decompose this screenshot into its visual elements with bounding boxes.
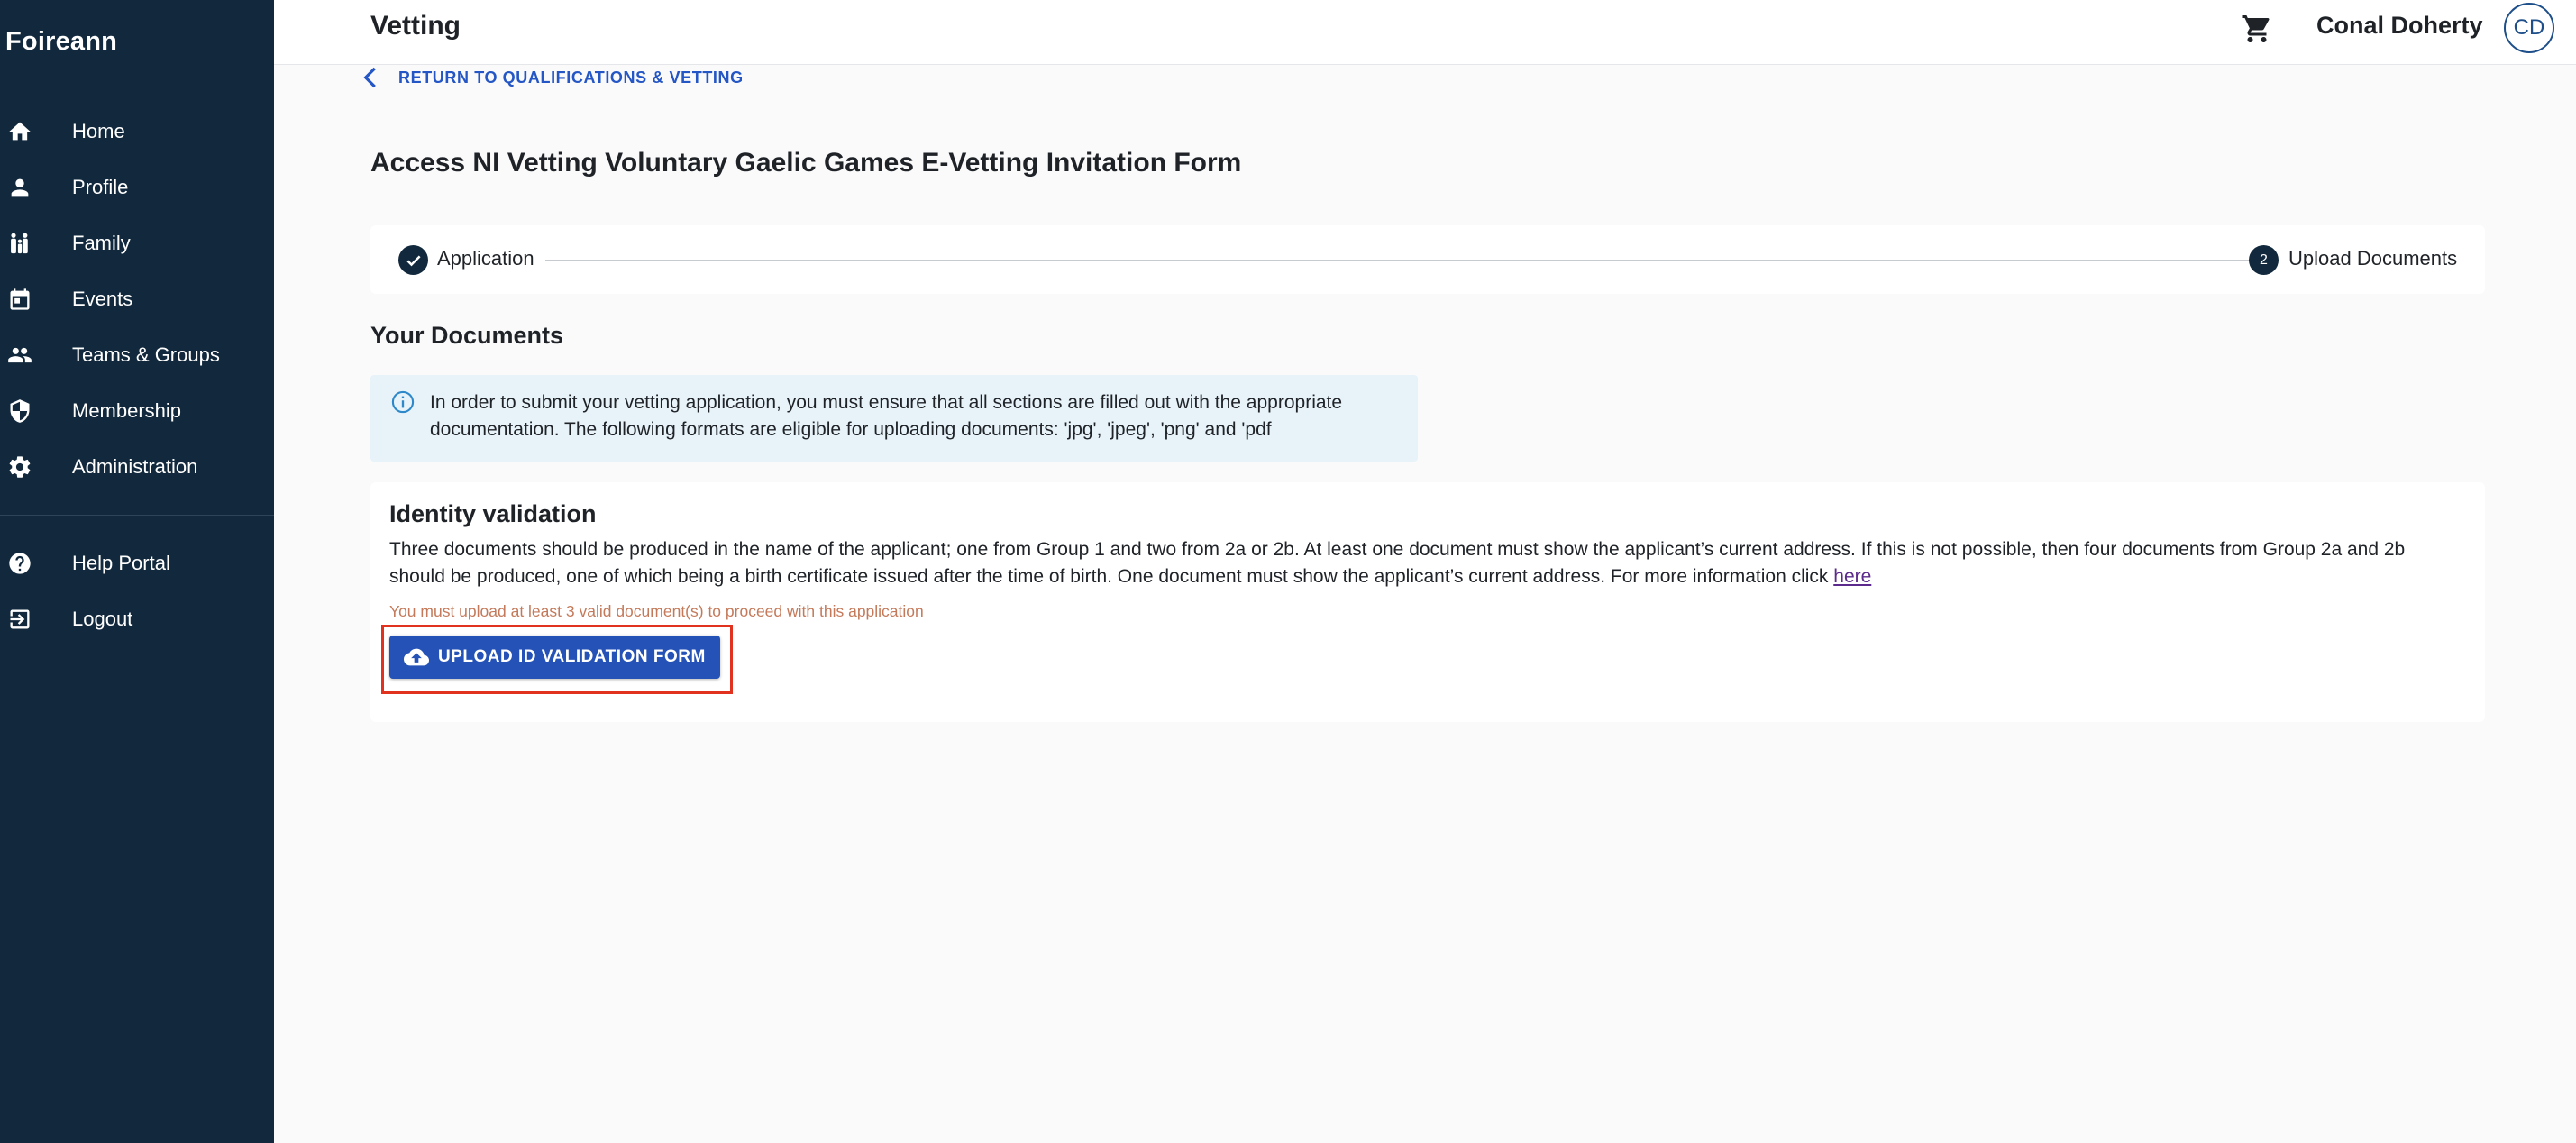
upload-button-label: UPLOAD ID VALIDATION FORM [438, 647, 706, 666]
home-icon [7, 119, 32, 144]
sidebar-item-logout[interactable]: Logout [0, 591, 274, 647]
sidebar-item-label: Logout [72, 608, 133, 630]
sidebar-item-events[interactable]: Events [0, 271, 274, 327]
brand-logo: Foireann [5, 27, 118, 56]
sidebar-item-help-portal[interactable]: Help Portal [0, 535, 274, 591]
top-header: Vetting Conal Doherty CD [274, 0, 2576, 65]
sidebar-item-family[interactable]: Family [0, 215, 274, 271]
sidebar-item-label: Teams & Groups [72, 343, 220, 366]
help-icon [7, 551, 32, 576]
step-upload-documents-label: Upload Documents [2288, 247, 2458, 270]
return-to-qualifications-link[interactable]: RETURN TO QUALIFICATIONS & VETTING [361, 65, 744, 90]
user-name: Conal Doherty [2316, 12, 2483, 39]
return-link-label: RETURN TO QUALIFICATIONS & VETTING [398, 68, 744, 87]
stepper: Application 2 Upload Documents [370, 225, 2485, 294]
avatar[interactable]: CD [2504, 3, 2554, 53]
page-title: Vetting [370, 11, 461, 41]
gear-icon [7, 454, 32, 480]
form-title: Access NI Vetting Voluntary Gaelic Games… [370, 148, 1242, 178]
info-icon [390, 389, 416, 415]
sidebar-item-home[interactable]: Home [0, 104, 274, 160]
family-icon [7, 231, 32, 256]
sidebar-divider [0, 515, 274, 516]
cart-icon[interactable] [2241, 13, 2273, 45]
sidebar-item-label: Home [72, 120, 125, 142]
sidebar-item-label: Administration [72, 455, 198, 478]
info-alert: In order to submit your vetting applicat… [370, 375, 1418, 462]
sidebar-nav: Home Profile Family Events Teams & Group… [0, 104, 274, 647]
sidebar-item-label: Events [72, 288, 133, 310]
identity-validation-title: Identity validation [389, 500, 597, 527]
group-icon [7, 343, 32, 368]
sidebar-item-profile[interactable]: Profile [0, 160, 274, 215]
calendar-icon [7, 287, 32, 312]
stepper-connector [545, 260, 2276, 261]
logout-icon [7, 607, 32, 632]
chevron-left-icon [361, 65, 379, 90]
more-info-link[interactable]: here [1833, 566, 1871, 587]
step-number-badge: 2 [2249, 245, 2279, 275]
shield-icon [7, 398, 32, 424]
sidebar-item-administration[interactable]: Administration [0, 439, 274, 495]
check-icon [398, 245, 428, 275]
sidebar-item-label: Profile [72, 176, 129, 198]
sidebar-item-label: Family [72, 232, 131, 254]
identity-validation-description: Three documents should be produced in th… [389, 536, 2462, 590]
sidebar-item-membership[interactable]: Membership [0, 383, 274, 439]
upload-warning: You must upload at least 3 valid documen… [389, 602, 924, 620]
identity-validation-card: Identity validation Three documents shou… [370, 482, 2485, 722]
cloud-upload-icon [404, 645, 429, 670]
info-text: In order to submit your vetting applicat… [430, 392, 1343, 440]
step-application-label: Application [437, 247, 534, 270]
sidebar-item-label: Help Portal [72, 552, 170, 574]
person-icon [7, 175, 32, 200]
upload-id-validation-button[interactable]: UPLOAD ID VALIDATION FORM [389, 636, 720, 679]
description-text: Three documents should be produced in th… [389, 539, 2406, 587]
sidebar-item-teams-groups[interactable]: Teams & Groups [0, 327, 274, 383]
section-title: Your Documents [370, 322, 564, 349]
sidebar-item-label: Membership [72, 399, 182, 422]
sidebar: Foireann Home Profile Family Events Team… [0, 0, 274, 1143]
